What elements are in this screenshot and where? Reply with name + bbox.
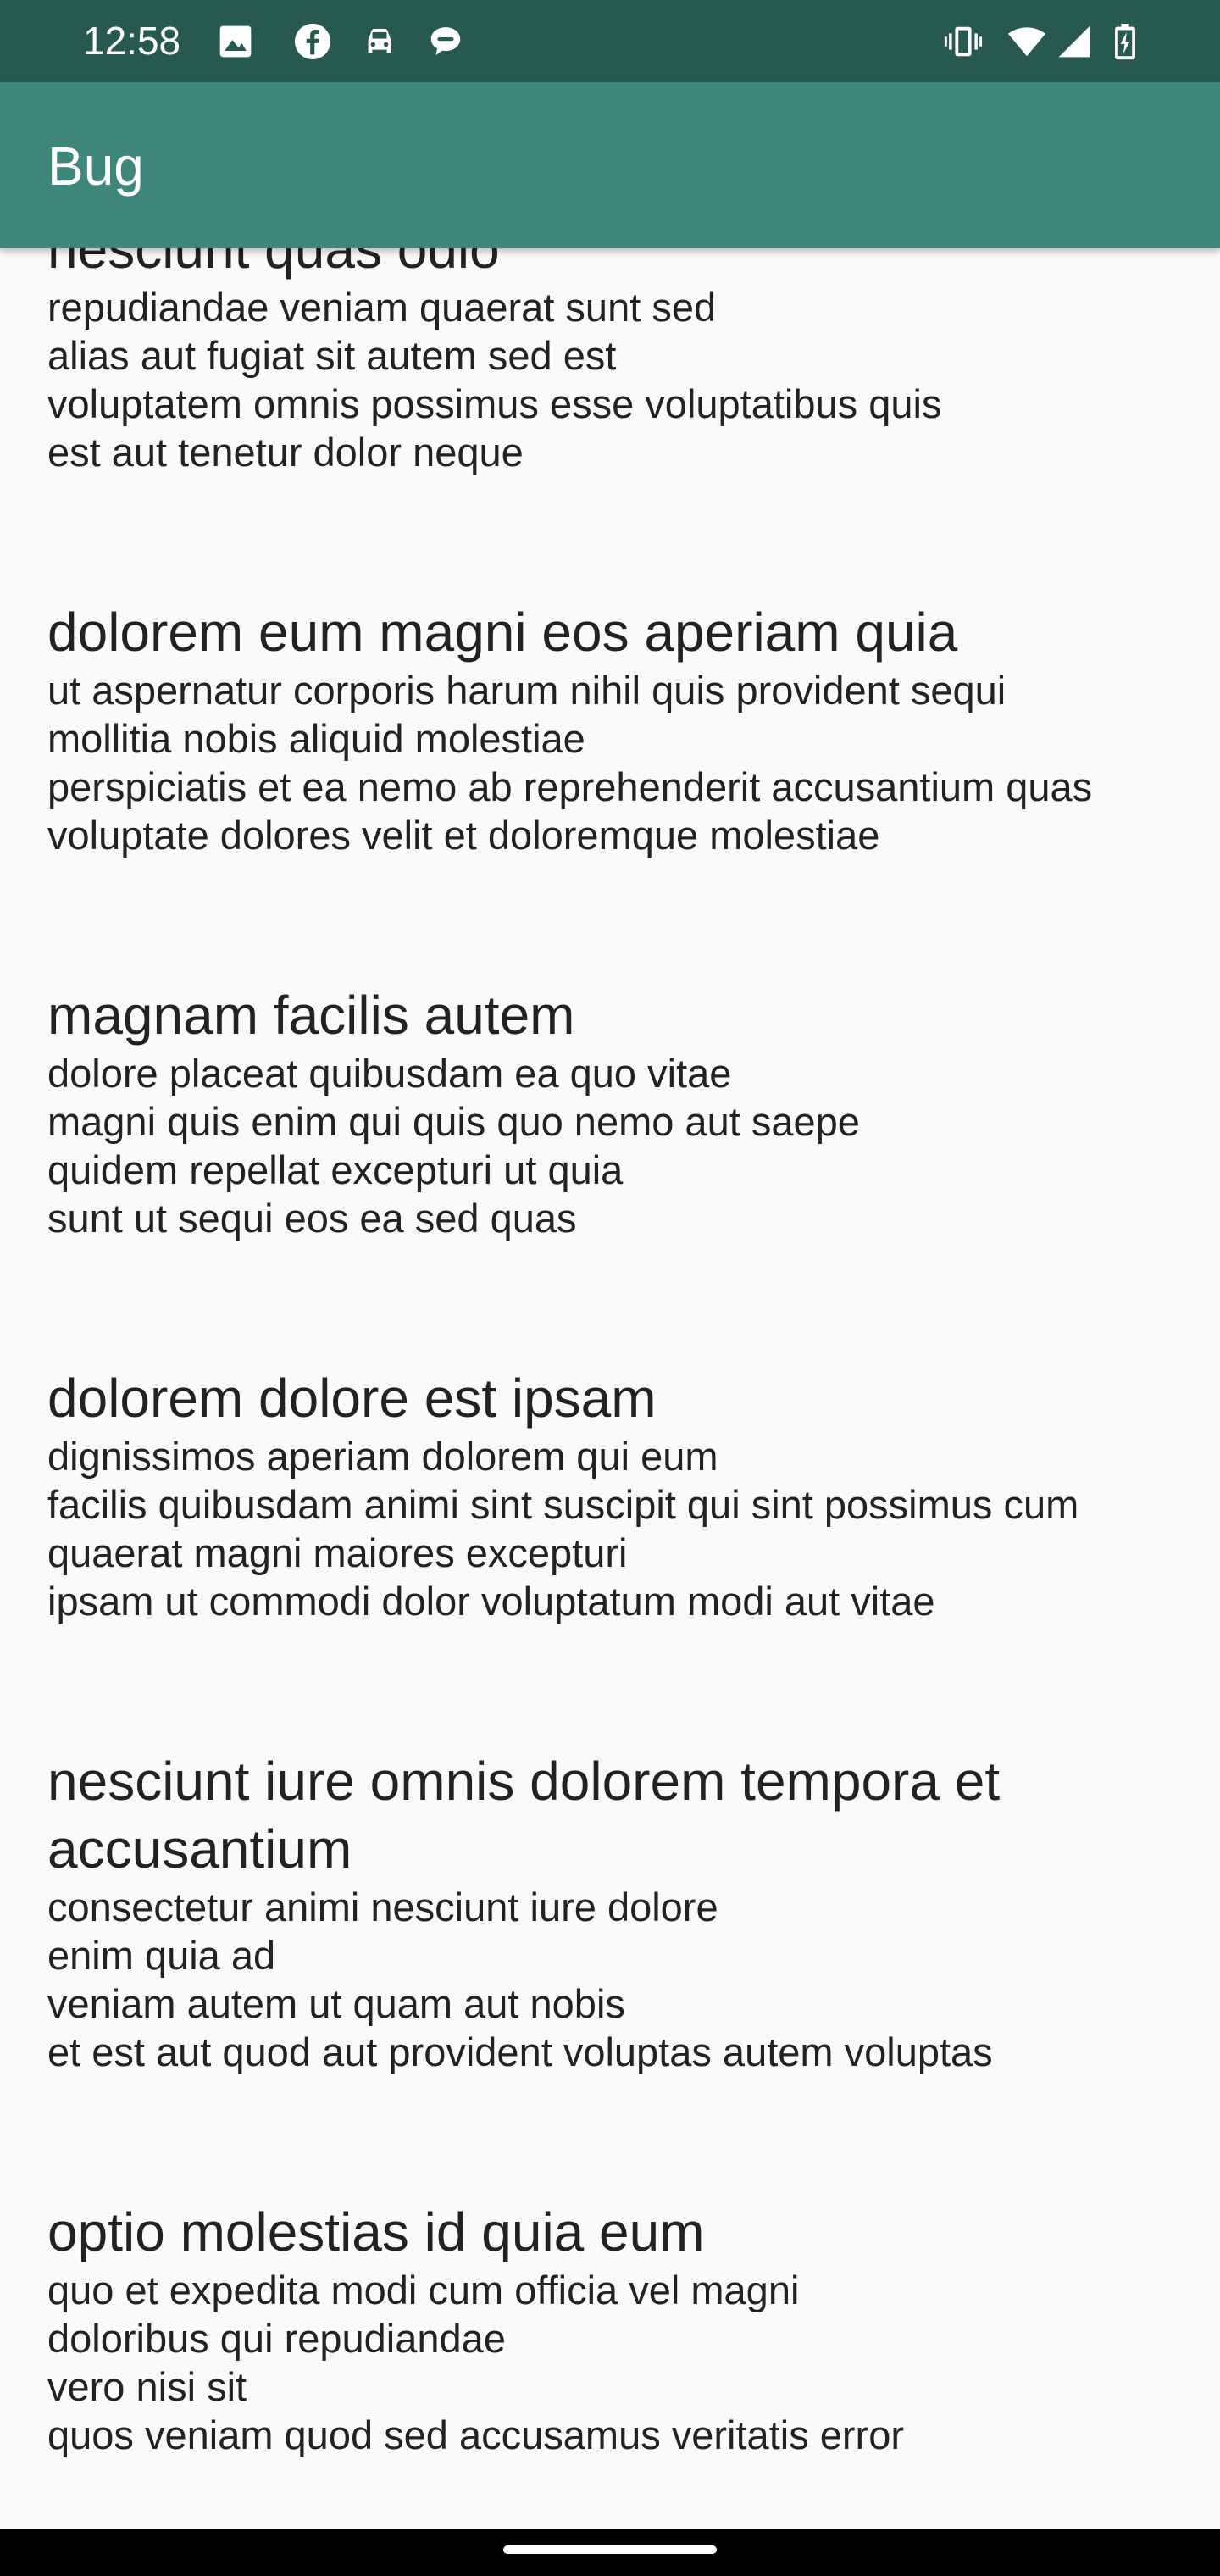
post-body-line: quo et expedita modi cum officia vel mag… [47, 2268, 800, 2312]
post-body-line: magni quis enim qui quis quo nemo aut sa… [47, 1099, 860, 1144]
post-title: nesciunt iure omnis dolorem tempora et a… [47, 1751, 1001, 1879]
post-body-line: quidem repellat excepturi ut quia [47, 1147, 624, 1192]
car-icon [368, 29, 391, 53]
app-title: Bug [47, 136, 144, 197]
post-body: ut aspernatur corporis harum nihil quis … [47, 666, 1183, 859]
image-icon [219, 25, 252, 58]
post-body-line: voluptatem omnis possimus esse voluptati… [47, 381, 942, 426]
home-indicator[interactable] [503, 2545, 717, 2554]
chat-bubble-icon [430, 27, 461, 56]
post-body-line: repudiandae veniam quaerat sunt sed [47, 285, 717, 330]
post-body-line: ipsam ut commodi dolor voluptatum modi a… [47, 1579, 935, 1624]
post-title: dolorem dolore est ipsam [47, 1368, 657, 1429]
post-body-line: vero nisi sit [47, 2364, 247, 2409]
post-title: nesciunt quas odio [47, 248, 500, 280]
list-item[interactable]: nesciunt quas odio repudiandae veniam qu… [47, 248, 1183, 476]
post-body: dignissimos aperiam dolorem qui eum faci… [47, 1432, 1183, 1625]
list-item[interactable]: dolorem eum magni eos aperiam quia ut as… [47, 598, 1183, 859]
post-list-viewport[interactable]: nesciunt quas odio repudiandae veniam qu… [0, 248, 1220, 2529]
post-body: quo et expedita modi cum officia vel mag… [47, 2266, 1183, 2459]
status-bar: 12:58 [0, 0, 1220, 82]
post-body-line: sunt ut sequi eos ea sed quas [47, 1196, 577, 1241]
list-item[interactable]: nesciunt iure omnis dolorem tempora et a… [47, 1747, 1183, 2076]
post-body-line: est aut tenetur dolor neque [47, 430, 524, 475]
post-body-line: enim quia ad [47, 1933, 276, 1978]
post-body-line: veniam autem ut quam aut nobis [47, 1981, 625, 2026]
navigation-bar [0, 2529, 1220, 2576]
vibrate-icon [944, 26, 983, 57]
list-item[interactable]: dolorem dolore est ipsam dignissimos ape… [47, 1364, 1183, 1625]
post-body-line: mollitia nobis aliquid molestiae [47, 716, 585, 761]
post-body-line: quaerat magni maiores excepturi [47, 1530, 628, 1575]
post-body-line: et est aut quod aut provident voluptas a… [47, 2029, 993, 2074]
post-body-line: perspiciatis et ea nemo ab reprehenderit… [47, 764, 1093, 809]
wifi-icon [1007, 27, 1046, 57]
post-list: nesciunt quas odio repudiandae veniam qu… [47, 248, 1183, 2529]
post-title: magnam facilis autem [47, 985, 575, 1046]
post-body-line: ut aspernatur corporis harum nihil quis … [47, 668, 1006, 713]
post-body-line: consectetur animi nesciunt iure dolore [47, 1885, 718, 1929]
post-body-line: dolore placeat quibusdam ea quo vitae [47, 1051, 732, 1096]
post-body-line: voluptate dolores velit et doloremque mo… [47, 813, 880, 858]
post-body: repudiandae veniam quaerat sunt sed alia… [47, 283, 1183, 476]
battery-charging-icon [1115, 23, 1135, 60]
post-body: consectetur animi nesciunt iure dolore e… [47, 1883, 1183, 2076]
post-body-line: alias aut fugiat sit autem sed est [47, 333, 617, 378]
list-item[interactable]: optio molestias id quia eum quo et exped… [47, 2198, 1183, 2459]
post-body-line: quos veniam quod sed accusamus veritatis… [47, 2412, 904, 2457]
post-body-line: doloribus qui repudiandae [47, 2316, 506, 2361]
post-title: optio molestias id quia eum [47, 2201, 705, 2262]
post-title: dolorem eum magni eos aperiam quia [47, 602, 958, 663]
signal-icon [1058, 25, 1090, 58]
post-body-line: facilis quibusdam animi sint suscipit qu… [47, 1482, 1079, 1527]
list-item[interactable]: magnam facilis autem dolore placeat quib… [47, 981, 1183, 1242]
app-bar: Bug [0, 82, 1220, 248]
post-body: dolore placeat quibusdam ea quo vitae ma… [47, 1049, 1183, 1242]
facebook-icon [294, 23, 331, 60]
status-time: 12:58 [83, 19, 181, 63]
post-body-line: dignissimos aperiam dolorem qui eum [47, 1434, 718, 1479]
